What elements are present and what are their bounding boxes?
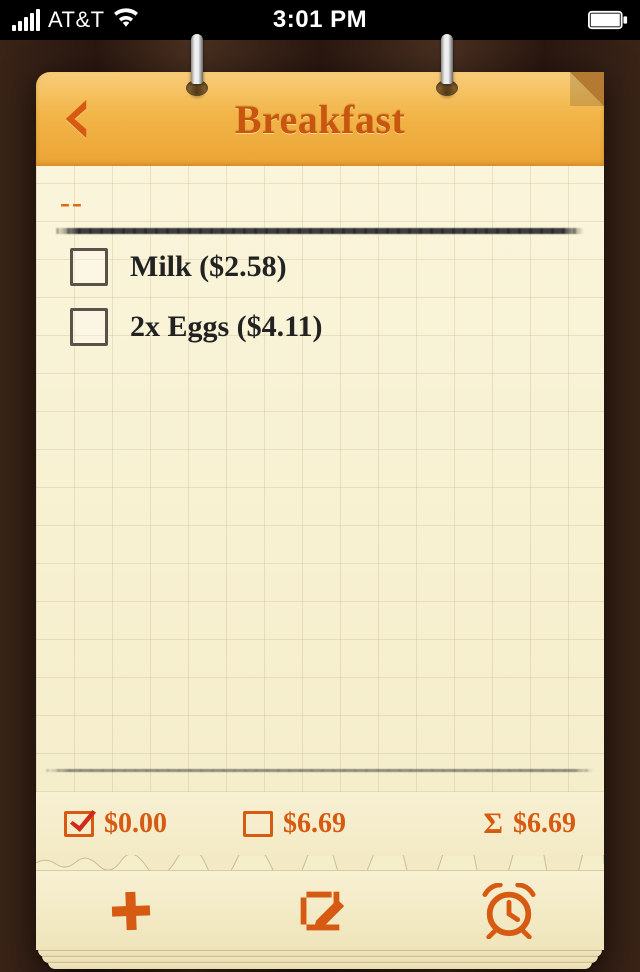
unchecked-icon <box>243 811 273 837</box>
item-label: 2x Eggs ($4.11) <box>130 310 323 344</box>
signal-icon <box>12 9 40 31</box>
item-label: Milk ($2.58) <box>130 250 287 284</box>
page-title: Breakfast <box>235 96 405 143</box>
page-stack <box>36 950 604 972</box>
grand-total: $6.69 <box>513 808 576 840</box>
toolbar <box>36 870 604 950</box>
summary-grand-total: Σ $6.69 <box>422 807 576 841</box>
section-label: -- <box>60 186 574 220</box>
item-list: Milk ($2.58) 2x Eggs ($4.11) <box>66 248 574 346</box>
summary-checked: $0.00 <box>64 808 235 840</box>
summary-bar: $0.00 $6.69 Σ $6.69 <box>36 792 604 856</box>
torn-edge <box>36 856 604 870</box>
plus-icon <box>106 886 156 936</box>
summary-unchecked: $6.69 <box>243 808 414 840</box>
edit-icon <box>291 882 349 940</box>
edit-button[interactable] <box>280 879 360 943</box>
checkbox[interactable] <box>70 308 108 346</box>
sigma-icon: Σ <box>483 807 503 841</box>
battery-icon <box>588 10 628 30</box>
alarm-clock-icon <box>479 883 539 939</box>
unchecked-total: $6.69 <box>283 808 346 840</box>
status-time: 3:01 PM <box>273 6 367 34</box>
list-header: Breakfast <box>36 72 604 166</box>
status-bar: AT&T 3:01 PM <box>0 0 640 40</box>
wifi-icon <box>113 7 139 33</box>
checkbox[interactable] <box>70 248 108 286</box>
alarm-button[interactable] <box>469 879 549 943</box>
back-button[interactable] <box>56 94 96 144</box>
back-arrow-icon <box>61 97 91 141</box>
add-button[interactable] <box>91 879 171 943</box>
list-body: -- Milk ($2.58) 2x Eggs ($4.11) <box>36 166 604 792</box>
carrier-label: AT&T <box>48 7 105 33</box>
list-item[interactable]: Milk ($2.58) <box>66 248 574 286</box>
notepad: Breakfast -- Milk ($2.58) 2x Eggs ($4.11… <box>36 72 604 938</box>
list-item[interactable]: 2x Eggs ($4.11) <box>66 308 574 346</box>
divider <box>46 769 594 772</box>
checked-total: $0.00 <box>104 808 167 840</box>
checked-icon <box>64 811 94 837</box>
divider <box>56 228 584 234</box>
